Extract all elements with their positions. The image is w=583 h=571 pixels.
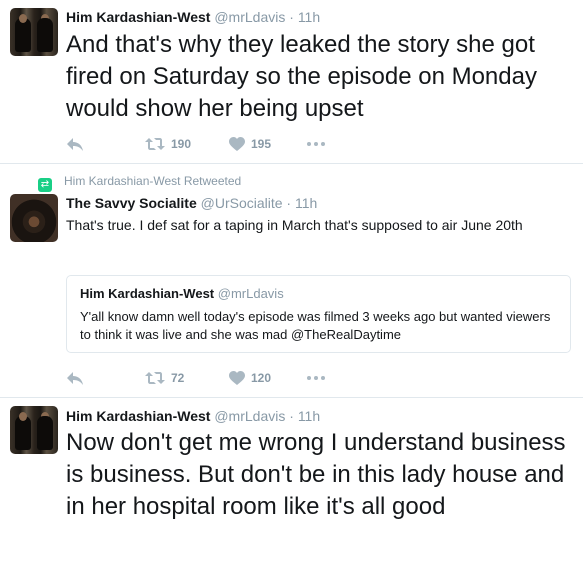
tweet-text: And that's why they leaked the story she… <box>66 31 537 122</box>
quoted-author-name: Him Kardashian-West <box>80 286 215 301</box>
more-button[interactable] <box>307 134 325 154</box>
author-name[interactable]: Him Kardashian-West <box>66 9 210 25</box>
tweet-header: Him Kardashian-West @mrLdavis · 11h <box>66 408 320 424</box>
tweet-text: That's true. I def sat for a taping in M… <box>66 217 523 233</box>
tweet-text: Now don't get me wrong I understand busi… <box>66 429 566 520</box>
retweet-count: 72 <box>171 371 185 385</box>
avatar[interactable] <box>10 8 58 56</box>
like-count: 195 <box>251 137 272 151</box>
more-button[interactable] <box>307 368 325 388</box>
timestamp[interactable]: 11h <box>295 195 317 211</box>
tweet-header: Him Kardashian-West @mrLdavis · 11h <box>66 9 320 25</box>
divider <box>0 397 583 398</box>
separator: · <box>289 9 294 25</box>
separator: · <box>286 195 292 211</box>
tweet-actions: 190 195 <box>66 134 366 154</box>
retweet-button[interactable]: 190 <box>145 134 191 154</box>
retweeted-by-label[interactable]: Him Kardashian-West Retweeted <box>64 174 241 188</box>
quoted-author-handle: @mrLdavis <box>217 286 284 301</box>
quoted-tweet[interactable]: Him Kardashian-West @mrLdavis Y'all know… <box>66 275 571 353</box>
like-button[interactable]: 120 <box>229 368 271 388</box>
tweet-header: The Savvy Socialite @UrSocialite · 11h <box>66 195 317 211</box>
reply-icon <box>67 138 83 151</box>
author-name[interactable]: The Savvy Socialite <box>66 195 197 211</box>
divider <box>0 163 583 164</box>
retweet-icon <box>145 138 165 150</box>
heart-icon <box>229 136 245 151</box>
tweet-actions: 72 120 <box>66 368 366 388</box>
timestamp[interactable]: 11h <box>298 9 320 25</box>
reply-icon <box>67 372 83 385</box>
author-handle[interactable]: @UrSocialite <box>201 195 283 211</box>
reply-button[interactable] <box>66 368 84 388</box>
avatar[interactable] <box>10 406 58 454</box>
separator: · <box>289 408 294 424</box>
reply-button[interactable] <box>66 134 84 154</box>
author-name[interactable]: Him Kardashian-West <box>66 408 210 424</box>
retweet-button[interactable]: 72 <box>145 368 184 388</box>
retweet-icon <box>145 372 165 384</box>
heart-icon <box>229 370 245 385</box>
author-handle[interactable]: @mrLdavis <box>214 408 285 424</box>
avatar[interactable] <box>10 194 58 242</box>
quoted-tweet-text: Y'all know damn well today's episode was… <box>80 309 551 342</box>
more-icon <box>307 376 325 380</box>
quoted-tweet-header: Him Kardashian-West @mrLdavis <box>80 286 284 301</box>
like-count: 120 <box>251 371 272 385</box>
timestamp[interactable]: 11h <box>298 408 320 424</box>
retweet-badge-icon: ⇄ <box>38 178 52 192</box>
retweet-context: ⇄ Him Kardashian-West Retweeted <box>38 174 241 192</box>
author-handle[interactable]: @mrLdavis <box>214 9 285 25</box>
like-button[interactable]: 195 <box>229 134 271 154</box>
more-icon <box>307 142 325 146</box>
retweet-count: 190 <box>171 137 192 151</box>
